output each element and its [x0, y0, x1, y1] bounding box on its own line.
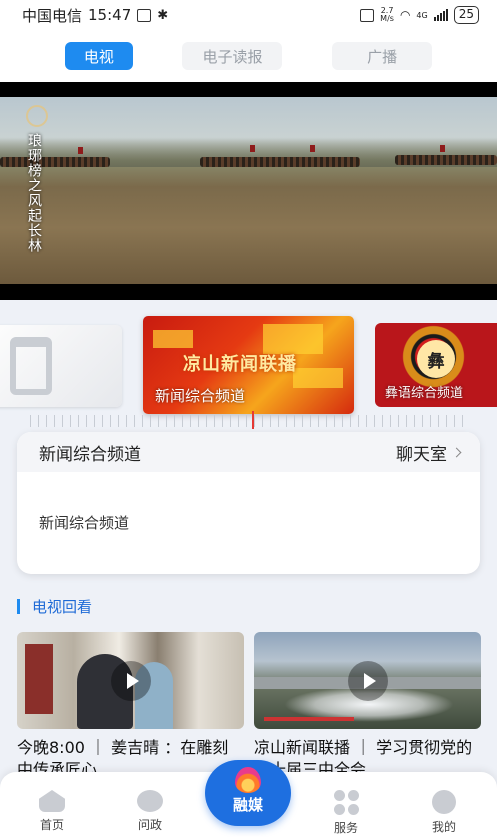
replay-card[interactable]: 凉山新闻联播 ｜ 学习贯彻党的二十届三中全会… [254, 632, 481, 781]
tab-tv[interactable]: 电视 [64, 42, 133, 70]
battery-indicator: 25 [453, 6, 479, 24]
channel-card-news[interactable]: 凉山新闻联播 新闻综合频道 [143, 316, 354, 414]
nav-services[interactable]: 服务 [316, 790, 376, 836]
app-screen: 中国电信 15:47 ✱ 2.7 M/s ◠ 4G 25 电视 电子读报 广播 [0, 0, 497, 837]
nav-me[interactable]: 我的 [414, 790, 474, 835]
channel-card-yi[interactable]: 彝 彝语综合频道 [375, 323, 497, 407]
play-icon[interactable] [347, 660, 388, 701]
play-icon[interactable] [110, 660, 151, 701]
home-icon [39, 790, 65, 812]
grid-icon [333, 790, 359, 815]
channel-card-left[interactable] [0, 325, 122, 407]
wifi-icon: ◠ [399, 8, 411, 22]
nfc-icon [137, 8, 152, 22]
vibrate-icon [360, 8, 375, 22]
replay-card[interactable]: 今晚8:00 ｜ 姜吉晴 ：在雕刻中传承匠心 [17, 632, 244, 781]
channel-name: 彝语综合频道 [385, 386, 464, 401]
channel-carousel[interactable]: 凉山新闻联播 新闻综合频道 彝 彝语综合频道 [0, 300, 497, 430]
clock-text: 15:47 [88, 6, 132, 24]
tab-e-newspaper[interactable]: 电子读报 [182, 42, 283, 70]
video-player[interactable]: 琅琊榜之风起长林 [0, 82, 497, 300]
chat-bubble-icon [137, 790, 163, 812]
nav-ask[interactable]: 问政 [120, 790, 180, 833]
channel-description: 新闻综合频道 [39, 514, 130, 532]
bluetooth-icon: ✱ [157, 7, 169, 23]
signal-icon [433, 9, 448, 21]
replay-section-title: 电视回看 [17, 596, 92, 617]
channel-info-card: 新闻综合频道 聊天室 新闻综合频道 [17, 432, 480, 574]
replay-thumbnail [17, 632, 244, 729]
chatroom-link[interactable]: 聊天室 [396, 440, 462, 465]
network-type: 4G [416, 10, 428, 20]
flame-logo-icon [235, 767, 261, 793]
nav-home[interactable]: 首页 [22, 790, 82, 833]
chevron-right-icon [451, 447, 462, 458]
yi-channel-badge: 彝 [417, 340, 455, 378]
carousel-scale [30, 415, 470, 427]
user-icon [432, 790, 456, 814]
channel-emblem-icon [10, 337, 52, 395]
carousel-indicator [252, 411, 254, 429]
news-channel-logo: 凉山新闻联播 [183, 354, 297, 375]
channel-info-title: 新闻综合频道 [39, 444, 141, 465]
carrier-text: 中国电信 [22, 6, 83, 25]
channel-name: 新闻综合频道 [155, 387, 246, 405]
net-speed: 2.7 M/s [380, 6, 394, 23]
media-type-tabs: 电视 电子读报 广播 [0, 30, 497, 82]
status-bar: 中国电信 15:47 ✱ 2.7 M/s ◠ 4G 25 [0, 0, 497, 30]
replay-thumbnail [254, 632, 481, 729]
channel-watermark-logo [26, 105, 48, 127]
video-frame: 琅琊榜之风起长林 [0, 97, 497, 284]
program-title-overlay: 琅琊榜之风起长林 [26, 133, 42, 253]
nav-center-media-button[interactable]: 融媒 [205, 760, 291, 826]
tab-radio[interactable]: 广播 [332, 42, 433, 70]
